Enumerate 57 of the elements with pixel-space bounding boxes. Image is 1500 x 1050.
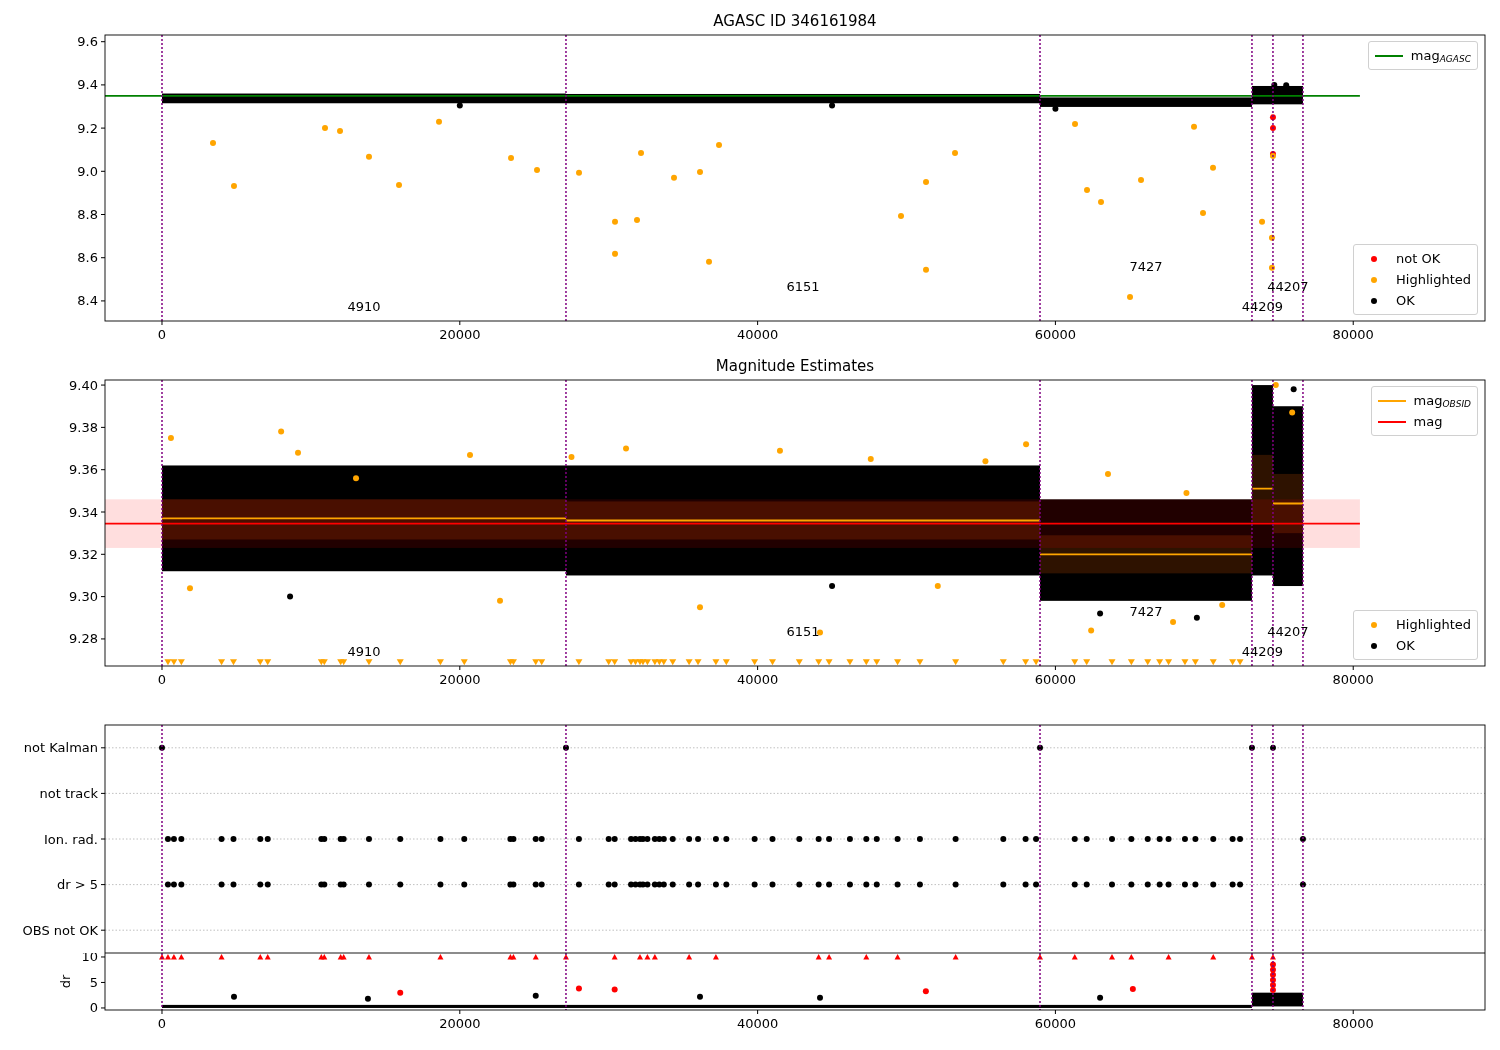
annotation-label: 4910	[347, 299, 381, 314]
tick-label: 80000	[1332, 1016, 1374, 1031]
annotation-label: 4910	[347, 644, 381, 659]
annotation-label: 44209	[1241, 644, 1284, 659]
tick-label: 0	[157, 327, 167, 342]
tick-label: 9.40	[69, 377, 98, 393]
annotation-label: 7427	[1129, 604, 1163, 619]
tick-label: 9.2	[77, 120, 98, 136]
tick-label: not Kalman	[23, 740, 98, 756]
annotation-label: 44207	[1267, 279, 1309, 294]
tick-label: 20000	[439, 672, 481, 687]
chart-title: Magnitude Estimates	[715, 357, 875, 375]
tick-label: 9.6	[77, 34, 98, 50]
annotation-label: 6151	[786, 624, 820, 639]
tick-label: 20000	[439, 1016, 481, 1031]
tick-label: 5	[89, 974, 98, 990]
annotation-label: 44207	[1267, 624, 1309, 639]
tick-label: 40000	[736, 327, 779, 342]
tick-label: 9.0	[77, 163, 98, 179]
tick-label: 9.4	[77, 77, 98, 93]
tick-label: Ion. rad.	[44, 831, 98, 847]
tick-label: 9.34	[69, 504, 98, 520]
tick-label: 60000	[1034, 1016, 1077, 1031]
tick-label: OBS not OK	[22, 922, 98, 938]
legend-label: OK	[1396, 291, 1415, 310]
tick-label: 20000	[439, 327, 481, 342]
tick-label: 9.32	[69, 546, 98, 562]
tick-label: 80000	[1332, 672, 1374, 687]
tick-label: 80000	[1332, 327, 1374, 342]
tick-label: 8.6	[77, 250, 98, 266]
tick-label: 9.30	[69, 589, 98, 605]
tick-label: 60000	[1034, 327, 1077, 342]
legend-label: OK	[1396, 636, 1415, 655]
tick-label: not track	[39, 785, 98, 801]
tick-label: 0	[157, 672, 167, 687]
tick-label: 0	[157, 1016, 167, 1031]
legend-label: not OK	[1396, 249, 1441, 268]
tick-label: 9.28	[69, 631, 98, 647]
tick-label: 8.4	[77, 293, 98, 309]
axis-label: dr	[58, 974, 73, 989]
tick-label: 9.38	[69, 419, 98, 435]
tick-label: 40000	[736, 1016, 779, 1031]
tick-label: dr > 5	[56, 877, 98, 893]
legend-label: Highlighted	[1396, 615, 1471, 634]
tick-label: 0	[89, 1000, 98, 1016]
tick-label: 40000	[736, 672, 779, 687]
legend-label: mag$_{AGASC}$	[1410, 46, 1471, 66]
annotation-label: 6151	[786, 279, 820, 294]
legend-label: mag	[1413, 412, 1443, 431]
legend-label: Highlighted	[1396, 270, 1471, 289]
tick-label: 60000	[1034, 672, 1077, 687]
annotation-label: 44209	[1241, 299, 1284, 314]
annotation-label: 7427	[1129, 259, 1163, 274]
legend-label: mag$_{OBSID}$	[1413, 391, 1471, 411]
tick-label: 9.36	[69, 462, 98, 478]
tick-label: 8.8	[77, 207, 98, 222]
chart-title: AGASC ID 346161984	[713, 12, 877, 30]
